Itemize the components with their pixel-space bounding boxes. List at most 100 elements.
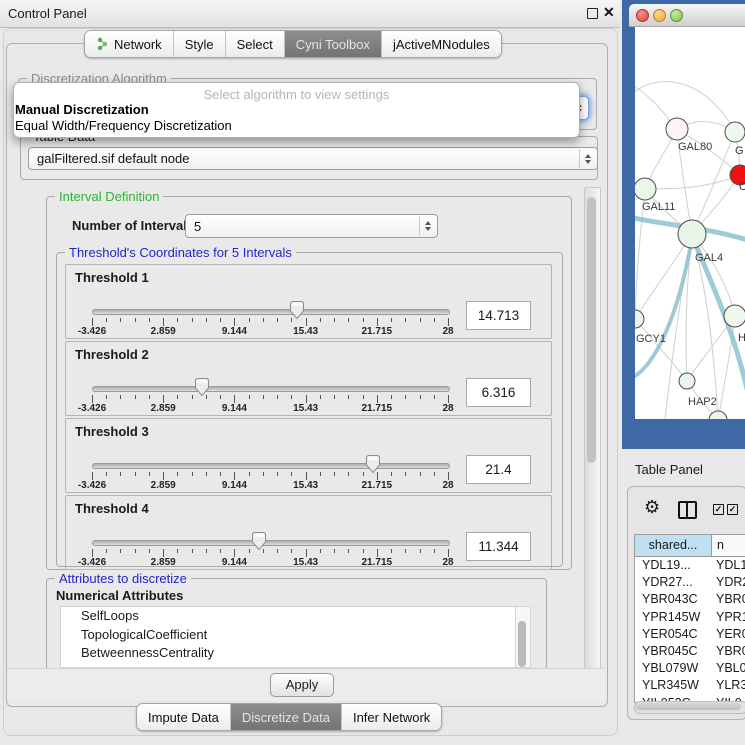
scrollbar-thumb[interactable]: [518, 621, 526, 667]
tab-cyni-toolbox[interactable]: Cyni Toolbox: [285, 31, 382, 57]
group-title: Threshold's Coordinates for 5 Intervals: [65, 245, 296, 260]
tick-mark: [334, 549, 335, 553]
table-row[interactable]: YPR145WYPR1: [635, 609, 745, 626]
slider-tick-labels: -3.4262.8599.14415.4321.71528: [92, 557, 448, 569]
tick-mark: [163, 395, 164, 403]
tick-mark: [334, 395, 335, 399]
tick-mark: [363, 472, 364, 476]
tick-mark: [206, 472, 207, 476]
threshold-value-field[interactable]: 6.316: [466, 378, 531, 407]
attributes-list[interactable]: SelfLoopsTopologicalCoefficientBetweenne…: [60, 606, 516, 668]
tick-mark: [320, 549, 321, 553]
column-header-shared-name[interactable]: shared...: [635, 535, 712, 556]
slider-track[interactable]: [92, 463, 450, 469]
tick-mark: [291, 395, 292, 399]
table-row[interactable]: YDR27...YDR2: [635, 574, 745, 591]
column-header-name[interactable]: n: [712, 535, 745, 556]
minimize-traffic-light-icon[interactable]: [653, 9, 666, 22]
tick-label: 15.43: [293, 557, 318, 568]
tick-label: 28: [442, 403, 453, 414]
tick-mark: [420, 472, 421, 476]
split-table-icon[interactable]: [678, 501, 697, 519]
attribute-item-selfloops[interactable]: SelfLoops: [61, 607, 515, 626]
network-canvas[interactable]: GAL80 G C GAL11 GAL4 GCY1 H HAP2: [635, 27, 745, 419]
tick-mark: [448, 549, 449, 557]
tab-impute-data[interactable]: Impute Data: [137, 704, 231, 730]
zoom-traffic-light-icon[interactable]: [670, 9, 683, 22]
slider-track[interactable]: [92, 386, 450, 392]
table-row[interactable]: YLR345WYLR3: [635, 677, 745, 694]
table-rows: YDL19...YDL1YDR27...YDR2YBR043CYBR0YPR14…: [635, 557, 745, 703]
tick-mark: [149, 318, 150, 322]
slider-track[interactable]: [92, 540, 450, 546]
table-data-combobox[interactable]: galFiltered.sif default node: [28, 147, 598, 170]
numerical-attributes-header: Numerical Attributes: [56, 588, 183, 603]
node-label-cut-h: H: [738, 332, 745, 344]
tick-mark: [306, 395, 307, 403]
node-gal4[interactable]: [678, 220, 706, 248]
tick-mark: [277, 318, 278, 322]
tick-mark: [135, 549, 136, 553]
apply-button[interactable]: Apply: [270, 673, 334, 697]
tick-mark: [177, 472, 178, 476]
node-top-right[interactable]: [725, 122, 745, 142]
tab-label: Style: [185, 37, 214, 52]
threshold-value-field[interactable]: 14.713: [466, 301, 531, 330]
close-traffic-light-icon[interactable]: [636, 9, 649, 22]
tick-mark: [163, 472, 164, 480]
table-hscrollbar[interactable]: [634, 701, 745, 714]
slider-thumb-icon[interactable]: [289, 300, 305, 320]
tick-mark: [106, 472, 107, 476]
table-row[interactable]: YBR045CYBR0: [635, 643, 745, 660]
tab-label: Network: [114, 37, 162, 52]
table-row[interactable]: YDL19...YDL1: [635, 557, 745, 574]
tick-mark: [420, 395, 421, 399]
node-gal80[interactable]: [666, 118, 688, 140]
scrollbar-thumb[interactable]: [636, 703, 741, 710]
tab-network[interactable]: Network: [85, 31, 174, 57]
threshold-value-field[interactable]: 21.4: [466, 455, 531, 484]
tab-discretize-data[interactable]: Discretize Data: [231, 704, 342, 730]
tick-mark: [135, 472, 136, 476]
slider-thumb-icon[interactable]: [194, 377, 210, 397]
cell-name: YBL0: [711, 660, 745, 677]
tick-mark: [348, 395, 349, 399]
attribute-item-topologicalcoefficient[interactable]: TopologicalCoefficient: [61, 626, 515, 645]
node-gcy1[interactable]: [635, 310, 644, 328]
tab-jactivemnodules[interactable]: jActiveMNodules: [382, 31, 501, 57]
tick-mark: [135, 318, 136, 322]
float-window-icon[interactable]: [587, 8, 598, 19]
table-row[interactable]: YBR043CYBR0: [635, 591, 745, 608]
tab-style[interactable]: Style: [174, 31, 226, 57]
scrollbar-thumb[interactable]: [587, 197, 596, 463]
network-nodes[interactable]: [635, 118, 745, 419]
table-row[interactable]: YER054CYER0: [635, 626, 745, 643]
checkbox-icon[interactable]: ✓: [727, 504, 738, 515]
node-right-mid[interactable]: [724, 305, 745, 327]
node-label-gal80: GAL80: [678, 141, 712, 153]
slider-thumb-icon[interactable]: [251, 531, 267, 551]
dropdown-option-equal-width-frequency-discretization[interactable]: Equal Width/Frequency Discretization: [14, 118, 579, 134]
settings-scrollbar[interactable]: [584, 187, 601, 669]
tick-label: 28: [442, 557, 453, 568]
node-label-gal4: GAL4: [695, 252, 723, 264]
slider-track[interactable]: [92, 309, 450, 315]
dropdown-option-manual-discretization[interactable]: Manual Discretization: [14, 102, 579, 118]
threshold-value-field[interactable]: 11.344: [466, 532, 531, 561]
tab-infer-network[interactable]: Infer Network: [342, 704, 441, 730]
checkbox-icon[interactable]: ✓: [713, 504, 724, 515]
table-row[interactable]: YBL079WYBL0: [635, 660, 745, 677]
tick-mark: [363, 395, 364, 399]
node-gal11[interactable]: [635, 178, 656, 200]
tick-mark: [434, 549, 435, 553]
number-of-intervals-combobox[interactable]: 5: [185, 214, 438, 238]
tick-mark: [291, 472, 292, 476]
node-hap2[interactable]: [679, 373, 695, 389]
tick-mark: [263, 395, 264, 399]
slider-thumb-icon[interactable]: [365, 454, 381, 474]
tab-select[interactable]: Select: [226, 31, 285, 57]
attribute-item-betweennesscentrality[interactable]: BetweennessCentrality: [61, 644, 515, 663]
gear-icon[interactable]: ⚙: [644, 497, 660, 518]
attributes-scrollbar[interactable]: [515, 606, 531, 668]
close-icon[interactable]: ✕: [603, 4, 615, 21]
